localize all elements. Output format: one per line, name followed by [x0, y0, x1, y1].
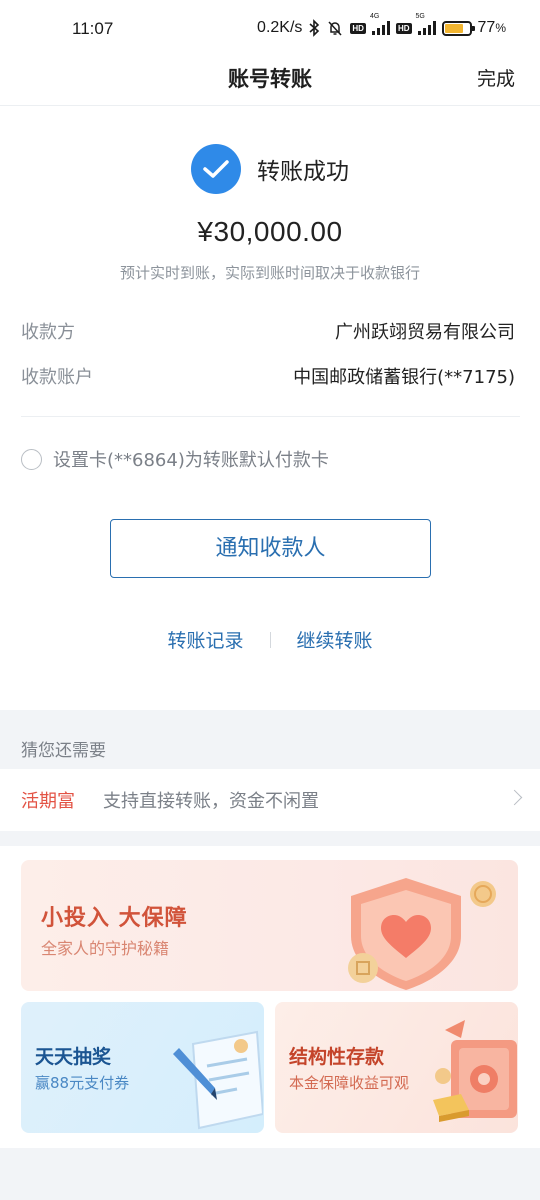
insurance-banner-subtitle: 全家人的守护秘籍	[41, 939, 170, 958]
battery-icon	[441, 20, 475, 36]
battery-fill	[444, 23, 463, 33]
battery-value: 77	[477, 19, 496, 36]
suggest-product-row[interactable]: 活期富 支持直接转账，资金不闲置	[0, 769, 540, 831]
structured-deposit-subtitle: 本金保障收益可观	[289, 1074, 410, 1092]
transfer-amount: ¥30,000.00	[197, 216, 343, 247]
payee-label: 收款方	[21, 322, 75, 343]
signal-icon-4g: 4G	[370, 13, 390, 35]
link-separator	[269, 631, 271, 648]
safe-box-icon	[433, 1020, 517, 1122]
insurance-banner[interactable]: 小投入 大保障 全家人的守护秘籍	[21, 860, 518, 991]
product-desc: 支持直接转账，资金不闲置	[103, 791, 319, 812]
bluetooth-icon	[309, 19, 320, 37]
product-name: 活期富	[21, 791, 75, 812]
network-type-2: 5G	[415, 13, 425, 20]
payee-value: 广州跃翊贸易有限公司	[335, 322, 515, 343]
promo-section: 小投入 大保障 全家人的守护秘籍 天天抽奖 赢88元支付券 结构性存款 本金保障…	[0, 846, 540, 1148]
chevron-right-icon	[506, 789, 523, 806]
status-bar: 11:07 0.2K/s HD 4G HD 5G 77%	[0, 0, 540, 56]
signal-icon-5g: 5G	[416, 13, 436, 35]
battery-unit: %	[495, 21, 506, 35]
done-button[interactable]: 完成	[477, 64, 515, 91]
success-status: 转账成功	[0, 144, 540, 194]
net-speed: 0.2K/s	[257, 19, 303, 36]
divider	[21, 416, 520, 417]
insurance-banner-title: 小投入 大保障	[41, 906, 188, 931]
nav-bar: 账号转账 完成	[0, 56, 540, 106]
mute-bell-icon	[328, 21, 342, 36]
action-links: 转账记录 继续转账	[0, 626, 540, 653]
check-circle-icon	[191, 144, 241, 194]
battery-percent: 77%	[478, 19, 506, 37]
default-card-radio[interactable]	[21, 448, 42, 470]
page-title: 账号转账	[228, 67, 312, 91]
lottery-banner-title: 天天抽奖	[35, 1046, 112, 1068]
transfer-success-page: 11:07 0.2K/s HD 4G HD 5G 77% 账号转账 完成 转账成…	[0, 0, 540, 1200]
payee-account-label: 收款账户	[21, 367, 93, 388]
payee-account-value: 中国邮政储蓄银行(**7175)	[293, 367, 515, 388]
status-time: 11:07	[72, 19, 114, 38]
transfer-history-link[interactable]: 转账记录	[167, 626, 243, 653]
default-card-label: 设置卡(**6864)为转账默认付款卡	[53, 450, 329, 471]
lottery-banner[interactable]: 天天抽奖 赢88元支付券	[21, 1002, 264, 1133]
result-card: 转账成功 ¥30,000.00 预计实时到账，实际到账时间取决于收款银行 收款方…	[0, 106, 540, 710]
continue-transfer-link[interactable]: 继续转账	[297, 626, 373, 653]
success-text: 转账成功	[257, 159, 349, 185]
status-icons: 0.2K/s HD 4G HD 5G 77%	[257, 13, 506, 37]
structured-deposit-banner[interactable]: 结构性存款 本金保障收益可观	[275, 1002, 518, 1133]
lottery-banner-subtitle: 赢88元支付券	[35, 1074, 130, 1092]
default-card-option[interactable]: 设置卡(**6864)为转账默认付款卡	[21, 446, 329, 472]
ticket-pen-icon	[173, 1030, 263, 1130]
shield-heart-icon	[348, 878, 496, 990]
network-type-1: 4G	[369, 13, 380, 20]
arrival-note: 预计实时到账，实际到账时间取决于收款银行	[119, 264, 420, 282]
suggest-heading: 猜您还需要	[21, 741, 106, 761]
payee-account-row: 收款账户 中国邮政储蓄银行(**7175)	[21, 363, 515, 389]
hd-badge-1: HD	[350, 22, 366, 34]
structured-deposit-title: 结构性存款	[289, 1046, 385, 1068]
payee-row: 收款方 广州跃翊贸易有限公司	[21, 318, 515, 344]
notify-payee-button[interactable]: 通知收款人	[110, 519, 431, 578]
hd-badge-2: HD	[395, 22, 412, 34]
